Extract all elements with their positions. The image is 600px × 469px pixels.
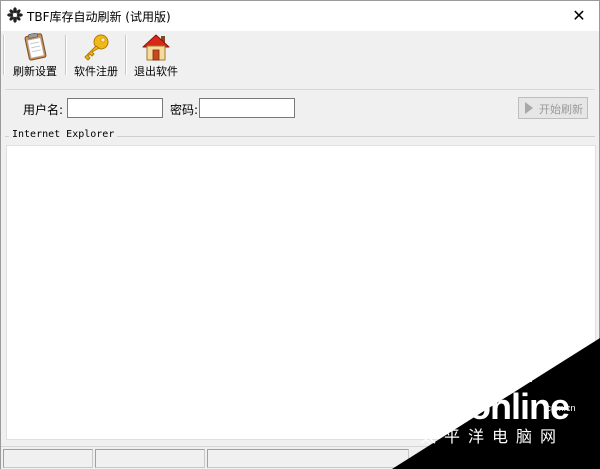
watermark-chinese: 太平洋电脑网 <box>420 427 565 446</box>
login-bar: 用户名: 密码: 开始刷新 <box>5 89 595 126</box>
password-label: 密码: <box>170 103 199 117</box>
flower-icon <box>7 7 23 23</box>
register-software-label: 软件注册 <box>74 65 118 78</box>
toolbar-separator <box>3 35 5 75</box>
browser-group-label: Internet Explorer <box>9 129 118 140</box>
home-icon <box>142 34 170 61</box>
password-input[interactable] <box>199 98 295 118</box>
refresh-settings-label: 刷新设置 <box>13 65 57 78</box>
toolbar: 刷新设置 软件注册 退出软件 <box>1 31 599 81</box>
exit-software-label: 退出软件 <box>134 65 178 78</box>
clipboard-icon <box>24 33 47 61</box>
refresh-settings-button[interactable]: 刷新设置 <box>7 33 63 79</box>
title-bar[interactable]: TBF库存自动刷新 (试用版) ✕ <box>1 1 599 31</box>
start-refresh-button[interactable]: 开始刷新 <box>518 97 588 119</box>
status-bar <box>1 446 599 469</box>
watermark-pixel-logo <box>494 352 540 382</box>
window-title: TBF库存自动刷新 (试用版) <box>27 10 171 24</box>
key-icon <box>84 34 109 61</box>
exit-software-button[interactable]: 退出软件 <box>128 33 184 79</box>
register-software-button[interactable]: 软件注册 <box>68 33 124 79</box>
toolbar-separator <box>125 35 127 75</box>
status-panel <box>3 449 93 468</box>
start-refresh-label: 开始刷新 <box>539 103 583 116</box>
status-panel <box>207 449 409 468</box>
watermark-domain: .com.cn <box>544 403 576 413</box>
username-label: 用户名: <box>23 103 64 117</box>
toolbar-separator <box>65 35 67 75</box>
play-icon <box>525 102 533 114</box>
close-button[interactable]: ✕ <box>559 1 599 31</box>
username-input[interactable] <box>67 98 163 118</box>
close-icon: ✕ <box>572 6 586 25</box>
status-panel <box>95 449 205 468</box>
